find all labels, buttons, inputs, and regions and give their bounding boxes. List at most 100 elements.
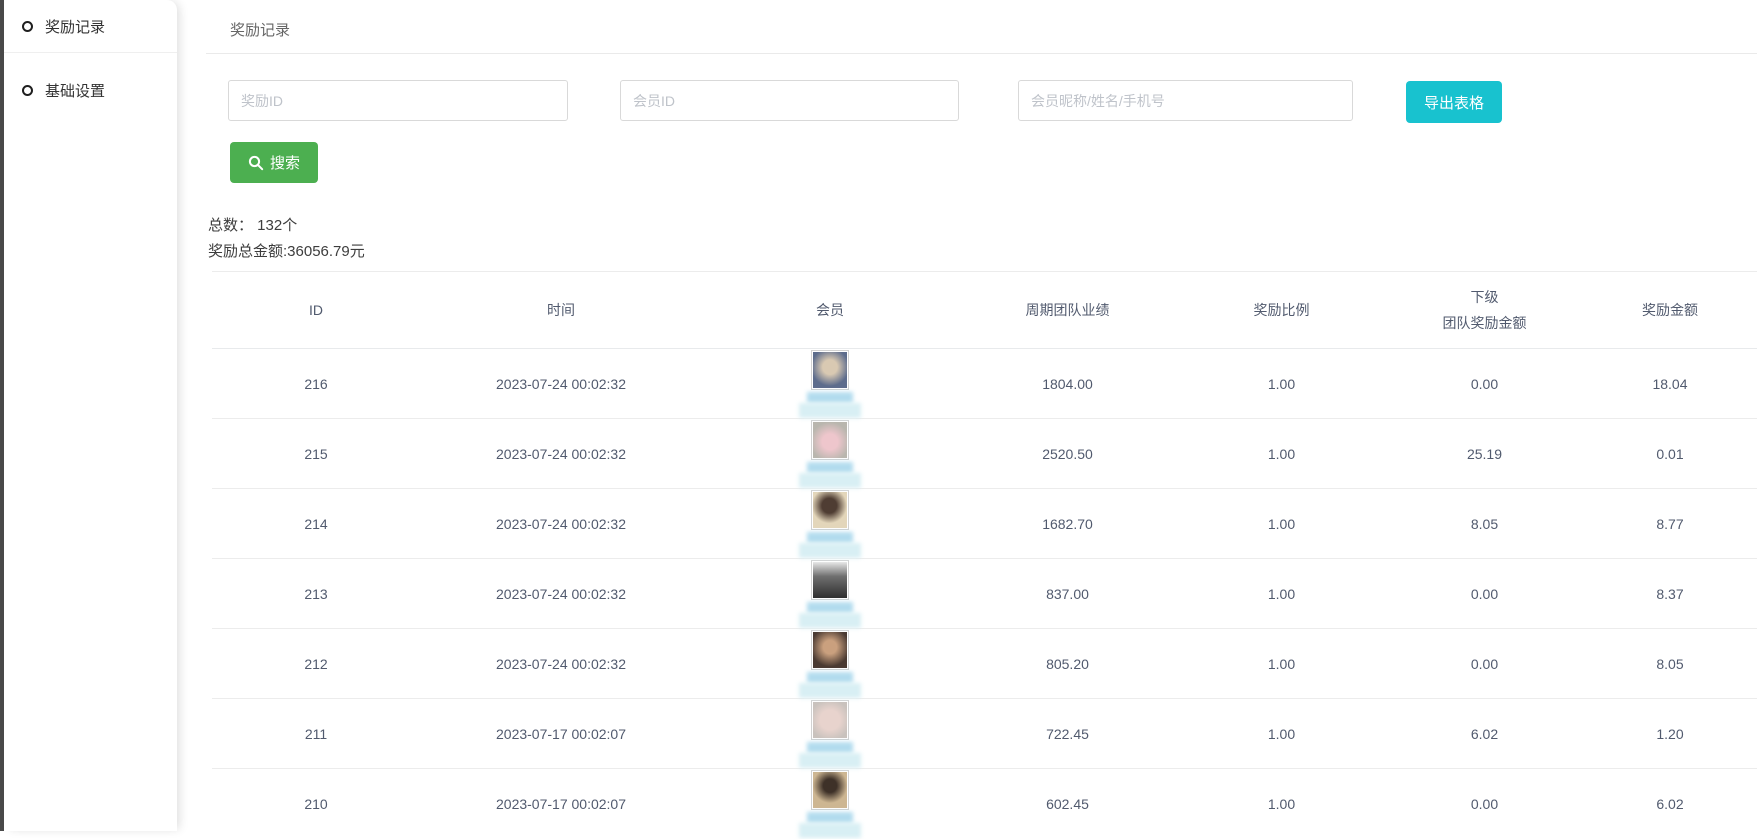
cell-ratio: 1.00 — [1177, 559, 1386, 629]
sidebar-item-basic-settings[interactable]: 基础设置 — [4, 66, 177, 114]
export-table-button[interactable]: 导出表格 — [1406, 81, 1502, 123]
blurred-portrait-avatar[interactable] — [811, 700, 849, 740]
cell-id: 210 — [212, 769, 420, 839]
cell-id: 211 — [212, 699, 420, 769]
bw-photo-avatar[interactable] — [811, 560, 849, 600]
total-count: 总数： 132个 — [208, 213, 365, 239]
censored-info — [799, 403, 861, 418]
censored-nickname — [807, 812, 853, 823]
cell-ratio: 1.00 — [1177, 769, 1386, 839]
sidebar-item-label: 基础设置 — [45, 80, 105, 101]
cell-member — [702, 349, 958, 419]
cell-performance: 837.00 — [958, 559, 1177, 629]
summary-stats: 总数： 132个 奖励总金额:36056.79元 — [208, 213, 365, 265]
cell-member — [702, 419, 958, 489]
cell-sub-amount: 0.00 — [1386, 769, 1583, 839]
cell-amount: 6.02 — [1583, 769, 1757, 839]
cell-sub-amount: 8.05 — [1386, 489, 1583, 559]
table-row: 213 2023-07-24 00:02:32 837.00 1.00 0.00… — [212, 559, 1757, 629]
cell-ratio: 1.00 — [1177, 349, 1386, 419]
col-sub-amount: 下级 团队奖励金额 — [1386, 272, 1583, 349]
table-row: 210 2023-07-17 00:02:07 602.45 1.00 0.00… — [212, 769, 1757, 839]
portrait-photo-avatar[interactable] — [811, 630, 849, 670]
radio-circle-icon — [22, 21, 33, 32]
beige-portrait-avatar[interactable] — [811, 770, 849, 810]
cat-photo-avatar[interactable] — [811, 350, 849, 390]
cell-id: 216 — [212, 349, 420, 419]
cell-performance: 1682.70 — [958, 489, 1177, 559]
cell-member — [702, 629, 958, 699]
censored-nickname — [807, 462, 853, 473]
cell-amount: 1.20 — [1583, 699, 1757, 769]
cell-time: 2023-07-24 00:02:32 — [420, 629, 702, 699]
censored-info — [799, 823, 861, 838]
sidebar: 奖励记录 基础设置 — [4, 0, 177, 831]
cell-amount: 8.77 — [1583, 489, 1757, 559]
cell-member — [702, 489, 958, 559]
sidebar-item-reward-records[interactable]: 奖励记录 — [4, 0, 177, 53]
cell-ratio: 1.00 — [1177, 629, 1386, 699]
cell-performance: 722.45 — [958, 699, 1177, 769]
cell-sub-amount: 0.00 — [1386, 629, 1583, 699]
member-id-input[interactable] — [620, 80, 959, 121]
export-button-label: 导出表格 — [1424, 92, 1484, 113]
cell-member — [702, 769, 958, 839]
cell-ratio: 1.00 — [1177, 699, 1386, 769]
col-time: 时间 — [420, 272, 702, 349]
cell-id: 212 — [212, 629, 420, 699]
cell-sub-amount: 25.19 — [1386, 419, 1583, 489]
sidebar-item-label: 奖励记录 — [45, 16, 105, 37]
total-amount: 奖励总金额:36056.79元 — [208, 239, 365, 265]
cell-member — [702, 559, 958, 629]
censored-info — [799, 543, 861, 558]
table-header-row: ID 时间 会员 周期团队业绩 奖励比例 下级 团队奖励金额 奖励金额 — [212, 272, 1757, 349]
cell-time: 2023-07-24 00:02:32 — [420, 419, 702, 489]
cell-member — [702, 699, 958, 769]
reward-table: ID 时间 会员 周期团队业绩 奖励比例 下级 团队奖励金额 奖励金额 216 … — [212, 271, 1757, 839]
cell-time: 2023-07-24 00:02:32 — [420, 349, 702, 419]
table-row: 214 2023-07-24 00:02:32 1682.70 1.00 8.0… — [212, 489, 1757, 559]
table-row: 215 2023-07-24 00:02:32 2520.50 1.00 25.… — [212, 419, 1757, 489]
cell-performance: 602.45 — [958, 769, 1177, 839]
censored-nickname — [807, 742, 853, 753]
col-performance: 周期团队业绩 — [958, 272, 1177, 349]
cell-amount: 18.04 — [1583, 349, 1757, 419]
reward-id-input[interactable] — [228, 80, 568, 121]
cell-ratio: 1.00 — [1177, 489, 1386, 559]
cell-id: 213 — [212, 559, 420, 629]
table-row: 212 2023-07-24 00:02:32 805.20 1.00 0.00… — [212, 629, 1757, 699]
cell-amount: 0.01 — [1583, 419, 1757, 489]
girl-cartoon-avatar[interactable] — [811, 490, 849, 530]
censored-nickname — [807, 532, 853, 543]
censored-info — [799, 613, 861, 628]
cell-performance: 805.20 — [958, 629, 1177, 699]
cell-id: 214 — [212, 489, 420, 559]
magnifier-icon — [248, 155, 264, 171]
search-button[interactable]: 搜索 — [230, 142, 318, 183]
main-content: 奖励记录 导出表格 搜索 总数： 132个 奖励总金额:36056.79元 ID… — [177, 0, 1757, 831]
search-button-label: 搜索 — [270, 152, 300, 173]
censored-nickname — [807, 672, 853, 683]
censored-info — [799, 753, 861, 768]
bunny-cartoon-avatar[interactable] — [811, 420, 849, 460]
cell-sub-amount: 0.00 — [1386, 559, 1583, 629]
cell-performance: 1804.00 — [958, 349, 1177, 419]
cell-performance: 2520.50 — [958, 419, 1177, 489]
cell-time: 2023-07-17 00:02:07 — [420, 699, 702, 769]
cell-amount: 8.37 — [1583, 559, 1757, 629]
col-member: 会员 — [702, 272, 958, 349]
censored-info — [799, 683, 861, 698]
col-ratio: 奖励比例 — [1177, 272, 1386, 349]
cell-time: 2023-07-17 00:02:07 — [420, 769, 702, 839]
cell-sub-amount: 0.00 — [1386, 349, 1583, 419]
censored-nickname — [807, 392, 853, 403]
cell-time: 2023-07-24 00:02:32 — [420, 559, 702, 629]
member-name-input[interactable] — [1018, 80, 1353, 121]
col-amount: 奖励金额 — [1583, 272, 1757, 349]
table-row: 211 2023-07-17 00:02:07 722.45 1.00 6.02… — [212, 699, 1757, 769]
cell-ratio: 1.00 — [1177, 419, 1386, 489]
radio-circle-icon — [22, 85, 33, 96]
cell-id: 215 — [212, 419, 420, 489]
censored-info — [799, 473, 861, 488]
col-id: ID — [212, 272, 420, 349]
